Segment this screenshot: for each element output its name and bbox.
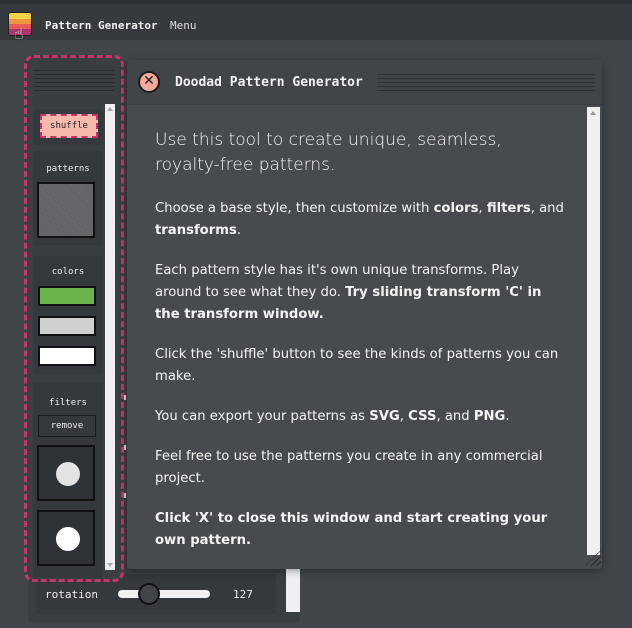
transform-window-scrollbar[interactable] xyxy=(286,568,300,612)
pattern-thumbnail[interactable] xyxy=(37,182,95,238)
scroll-up-icon[interactable] xyxy=(590,111,596,115)
tools-panel: shuffle patterns colors filters remove xyxy=(24,55,124,582)
dialog-content: Use this tool to create unique, seamless… xyxy=(155,128,565,570)
rotation-label: rotation xyxy=(45,588,98,601)
colors-section: colors xyxy=(33,256,103,374)
dialog-scrollbar[interactable] xyxy=(587,107,600,555)
filter-thumbnail-2[interactable] xyxy=(37,510,95,566)
intro-paragraph: Click 'X' to close this window and start… xyxy=(155,511,548,548)
intro-paragraph: Choose a base style, then customize with… xyxy=(155,201,564,238)
circle-icon xyxy=(56,527,80,551)
intro-paragraph: Feel free to use the patterns you create… xyxy=(155,449,543,486)
patterns-section: patterns xyxy=(33,151,103,245)
filters-label: filters xyxy=(49,398,87,408)
intro-paragraph: Click the 'shuffle' button to see the ki… xyxy=(155,347,559,384)
intro-paragraph: You can export your patterns as SVG, CSS… xyxy=(155,409,510,424)
rotation-slider-thumb[interactable] xyxy=(138,583,160,605)
filter-thumbnail-1[interactable] xyxy=(37,445,95,501)
intro-paragraph: Each pattern style has it's own unique t… xyxy=(155,263,542,322)
shuffle-button[interactable]: shuffle xyxy=(40,114,98,138)
tools-panel-grip[interactable] xyxy=(34,67,114,97)
scroll-down-icon[interactable] xyxy=(107,563,113,567)
shuffle-section: shuffle xyxy=(33,109,103,145)
top-bar: ☝ Pattern Generator Menu xyxy=(0,0,632,43)
intro-dialog: ✕ Doodad Pattern Generator Use this tool… xyxy=(127,60,602,569)
circle-icon xyxy=(56,462,80,486)
patterns-label: patterns xyxy=(46,164,90,174)
color-swatch-2[interactable] xyxy=(38,316,96,336)
dialog-title: Doodad Pattern Generator xyxy=(175,75,363,90)
color-swatch-3[interactable] xyxy=(38,346,96,366)
scroll-up-icon[interactable] xyxy=(107,107,113,111)
dialog-header[interactable]: ✕ Doodad Pattern Generator xyxy=(127,60,602,105)
app-title: Pattern Generator xyxy=(45,19,158,32)
filters-section: filters remove xyxy=(33,383,103,578)
dialog-grip[interactable] xyxy=(377,71,595,93)
remove-filter-button[interactable]: remove xyxy=(38,415,96,437)
close-icon[interactable]: ✕ xyxy=(138,71,160,93)
intro-lead: Use this tool to create unique, seamless… xyxy=(155,130,502,175)
colors-label: colors xyxy=(51,267,85,277)
menu-button[interactable]: Menu xyxy=(170,19,197,32)
tools-scrollbar[interactable] xyxy=(105,104,115,570)
pointer-cursor-icon: ☝ xyxy=(14,24,24,43)
rotation-value: 127 xyxy=(233,588,253,601)
rotation-slider-track[interactable] xyxy=(118,590,210,598)
color-swatch-1[interactable] xyxy=(38,286,96,306)
